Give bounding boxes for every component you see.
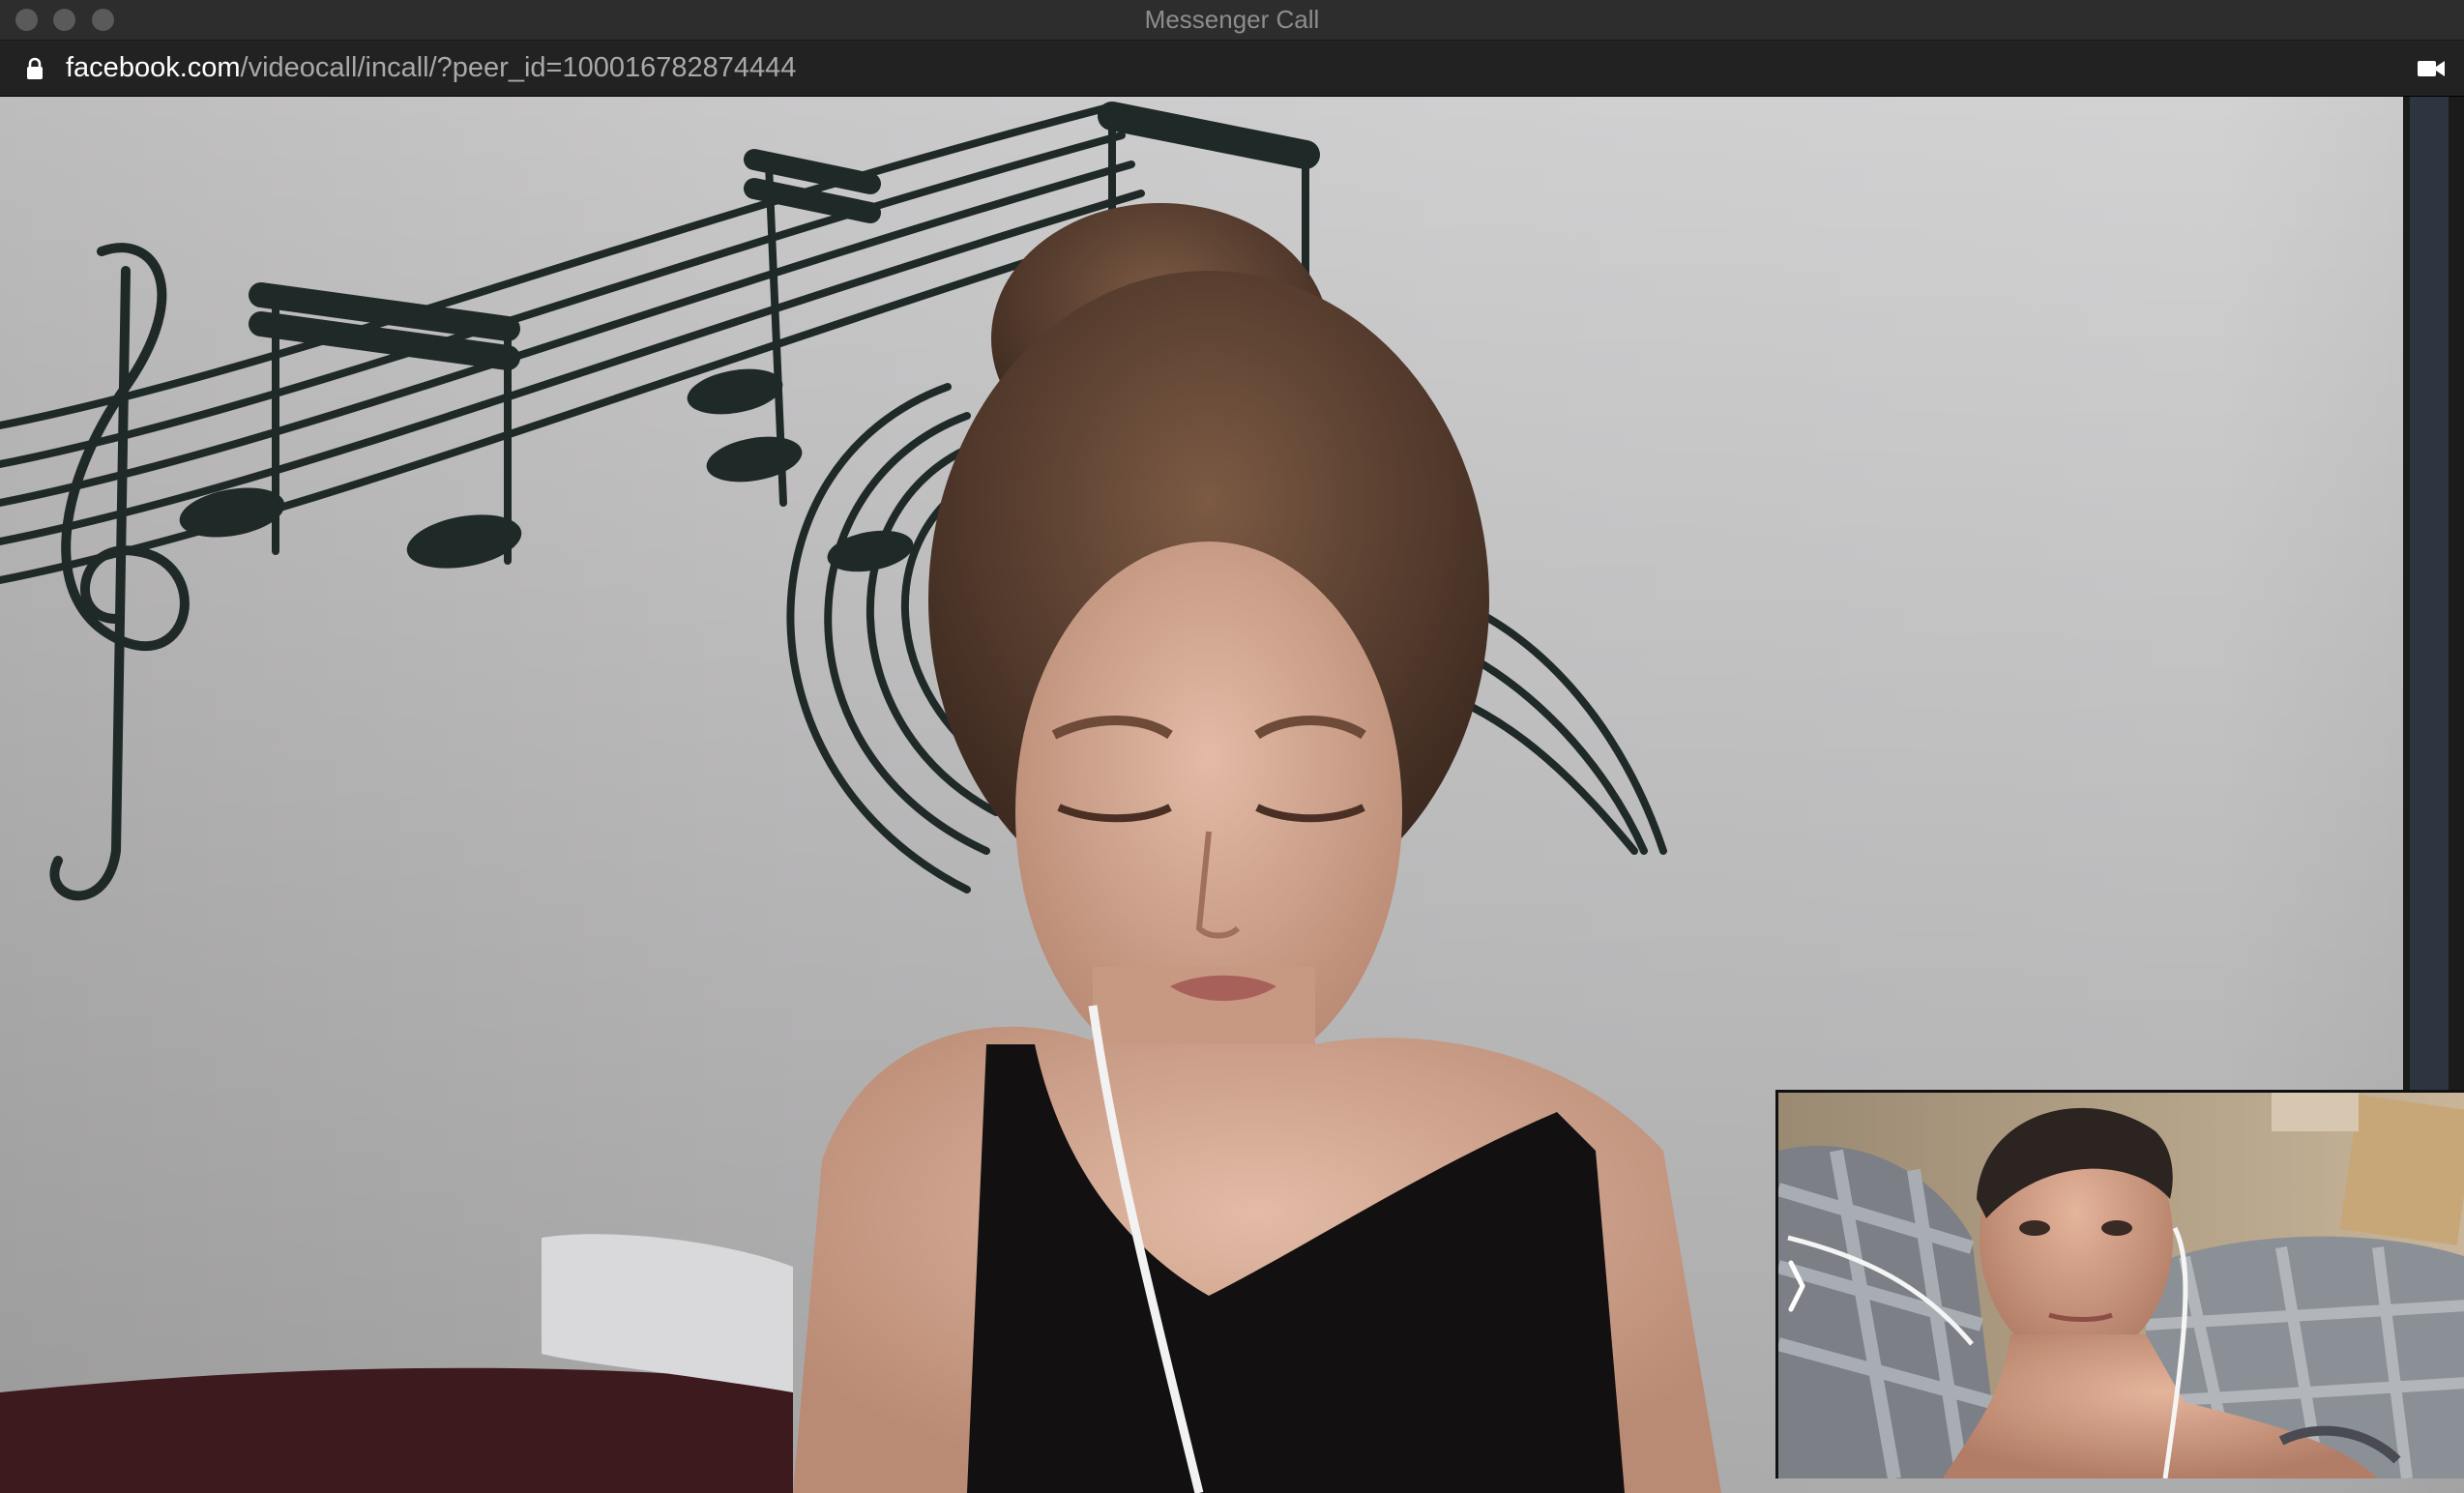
video-camera-icon[interactable] [2418,59,2445,78]
lock-icon [27,57,43,79]
self-view-video[interactable] [1775,1090,2464,1478]
page-url[interactable]: facebook.com/videocall/incall/?peer_id=1… [66,41,796,96]
address-bar[interactable]: facebook.com/videocall/incall/?peer_id=1… [0,41,2464,96]
chevron-right-icon[interactable] [1785,1257,1808,1315]
url-path: /videocall/incall/?peer_id=1000167828744… [240,52,797,83]
self-view-image [1778,1093,2464,1478]
window-title: Messenger Call [1144,5,1320,34]
url-domain: facebook.com [66,52,241,83]
title-bar[interactable]: Messenger Call [0,0,2464,41]
messenger-call-window: Messenger Call facebook.com/videocall/in… [0,0,2464,1493]
